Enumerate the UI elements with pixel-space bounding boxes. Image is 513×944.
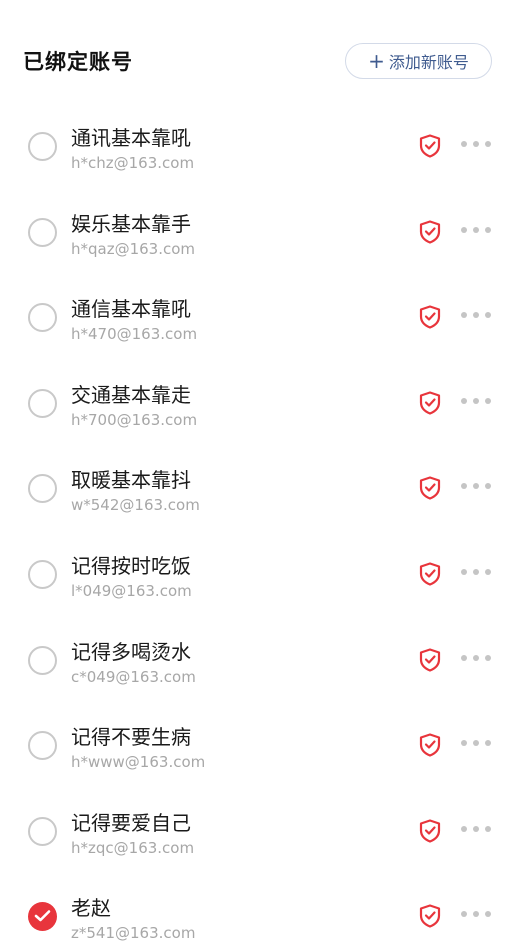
more-dots-icon[interactable] xyxy=(461,223,491,237)
account-email: h*chz@163.com xyxy=(71,154,195,172)
account-name: 通信基本靠吼 xyxy=(71,297,191,322)
check-icon xyxy=(34,910,51,922)
plus-icon: + xyxy=(368,49,385,73)
account-email: h*700@163.com xyxy=(71,410,198,429)
shield-check-icon[interactable] xyxy=(419,219,441,244)
shield-check-icon[interactable] xyxy=(419,134,441,158)
account-name: 记得要爱自己 xyxy=(71,810,191,835)
radio-unselected[interactable] xyxy=(28,559,57,589)
more-dots-icon[interactable] xyxy=(461,822,491,836)
header: 已绑定账号 + 添加新账号 xyxy=(0,0,513,110)
add-account-label: 添加新账号 xyxy=(388,53,469,72)
shield-check-icon[interactable] xyxy=(419,647,441,672)
shield-check-icon[interactable] xyxy=(419,476,441,500)
account-row[interactable]: 记得不要生病 h*www@163.com xyxy=(0,709,513,795)
radio-unselected[interactable] xyxy=(28,731,57,761)
add-account-button[interactable]: + 添加新账号 xyxy=(345,43,492,79)
radio-unselected[interactable] xyxy=(28,303,57,333)
account-email: z*541@163.com xyxy=(71,924,196,943)
account-name: 取暖基本靠抖 xyxy=(71,468,191,493)
account-row[interactable]: 交通基本靠走 h*700@163.com xyxy=(0,367,513,453)
radio-selected[interactable] xyxy=(28,902,57,932)
account-row[interactable]: 记得按时吃饭 l*049@163.com xyxy=(0,538,513,624)
more-dots-icon[interactable] xyxy=(461,137,491,151)
shield-check-icon[interactable] xyxy=(419,904,441,928)
account-row[interactable]: 老赵 z*541@163.com xyxy=(0,880,513,944)
more-dots-icon[interactable] xyxy=(461,736,491,750)
account-name: 记得按时吃饭 xyxy=(71,553,191,578)
radio-unselected[interactable] xyxy=(28,132,57,161)
account-row[interactable]: 娱乐基本靠手 h*qaz@163.com xyxy=(0,196,513,282)
account-row[interactable]: 通讯基本靠吼 h*chz@163.com xyxy=(0,110,513,196)
radio-unselected[interactable] xyxy=(28,217,57,247)
radio-unselected[interactable] xyxy=(28,816,57,846)
shield-check-icon[interactable] xyxy=(419,562,441,586)
account-email: l*049@163.com xyxy=(71,581,192,600)
page-title: 已绑定账号 xyxy=(23,50,133,74)
shield-check-icon[interactable] xyxy=(419,305,441,329)
account-row[interactable]: 记得要爱自己 h*zqc@163.com xyxy=(0,795,513,881)
account-email: h*qaz@163.com xyxy=(71,239,196,258)
account-email: h*zqc@163.com xyxy=(71,838,195,857)
more-dots-icon[interactable] xyxy=(461,907,491,921)
account-row[interactable]: 通信基本靠吼 h*470@163.com xyxy=(0,281,513,367)
account-email: h*www@163.com xyxy=(71,753,206,772)
account-name: 通讯基本靠吼 xyxy=(71,126,191,150)
more-dots-icon[interactable] xyxy=(461,565,491,579)
radio-unselected[interactable] xyxy=(28,388,57,418)
account-row[interactable]: 记得多喝烫水 c*049@163.com xyxy=(0,624,513,710)
account-list-screen: 已绑定账号 + 添加新账号 通讯基本靠吼 h*chz@163.com 娱乐基本靠手 h… xyxy=(0,0,513,944)
account-name: 记得多喝烫水 xyxy=(71,639,191,664)
more-dots-icon[interactable] xyxy=(461,651,491,665)
account-name: 记得不要生病 xyxy=(71,725,191,750)
shield-check-icon[interactable] xyxy=(419,391,441,415)
account-name: 娱乐基本靠手 xyxy=(71,211,191,236)
more-dots-icon[interactable] xyxy=(461,479,491,493)
radio-unselected[interactable] xyxy=(28,645,57,675)
account-email: h*470@163.com xyxy=(71,325,198,344)
account-name: 老赵 xyxy=(71,896,111,921)
account-row[interactable]: 取暖基本靠抖 w*542@163.com xyxy=(0,452,513,538)
account-email: c*049@163.com xyxy=(71,667,196,686)
account-name: 交通基本靠走 xyxy=(71,382,191,407)
radio-unselected[interactable] xyxy=(28,474,57,504)
shield-check-icon[interactable] xyxy=(419,733,441,757)
more-dots-icon[interactable] xyxy=(461,394,491,408)
more-dots-icon[interactable] xyxy=(461,308,491,322)
shield-check-icon[interactable] xyxy=(419,819,441,843)
account-list: 通讯基本靠吼 h*chz@163.com 娱乐基本靠手 h*qaz@163.com 通信… xyxy=(0,110,513,944)
account-email: w*542@163.com xyxy=(71,496,200,515)
